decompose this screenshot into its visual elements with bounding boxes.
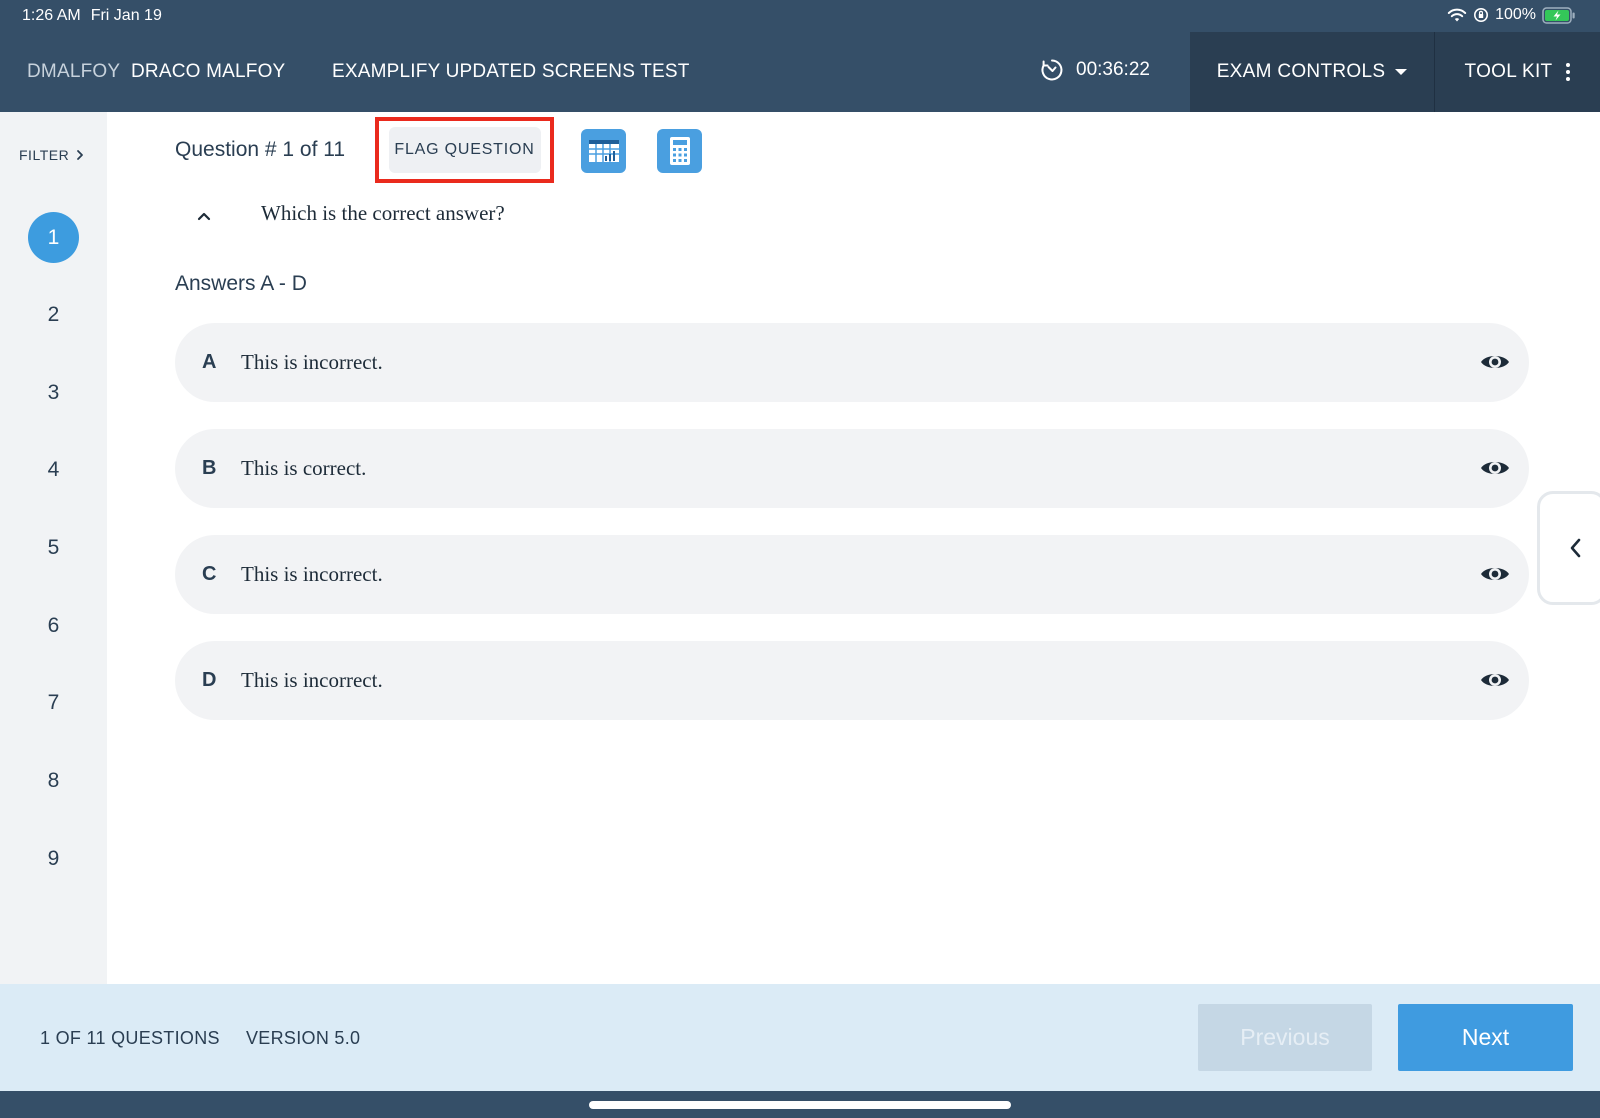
- answer-text: This is incorrect.: [241, 668, 383, 692]
- full-name: DRACO MALFOY: [131, 61, 286, 82]
- calculator-icon: [669, 137, 690, 165]
- status-bar-right: 100%: [1447, 6, 1576, 24]
- timer-value: 00:36:22: [1076, 59, 1150, 80]
- question-nav-9[interactable]: 9: [28, 833, 79, 884]
- eye-icon[interactable]: [1479, 454, 1511, 482]
- caret-down-icon: [1395, 69, 1408, 75]
- previous-button[interactable]: Previous: [1198, 1004, 1372, 1071]
- wifi-icon: [1447, 8, 1467, 22]
- side-panel-toggle[interactable]: [1537, 491, 1600, 605]
- battery-percent: 100%: [1495, 6, 1536, 23]
- question-nav-6[interactable]: 6: [28, 600, 79, 651]
- answer-option-b[interactable]: B This is correct.: [175, 429, 1529, 508]
- exam-title: EXAMPLIFY UPDATED SCREENS TEST: [332, 61, 690, 82]
- chevron-left-icon: [1570, 538, 1581, 558]
- answer-letter: B: [202, 457, 217, 479]
- answer-option-d[interactable]: D This is incorrect.: [175, 641, 1529, 720]
- home-indicator[interactable]: [589, 1101, 1011, 1109]
- question-nav-1[interactable]: 1: [28, 212, 79, 263]
- filter-button[interactable]: FILTER: [19, 147, 85, 163]
- exam-controls-button[interactable]: EXAM CONTROLS: [1190, 32, 1434, 112]
- answer-letter: D: [202, 669, 217, 691]
- kebab-menu-icon: [1566, 63, 1571, 81]
- spreadsheet-icon: [588, 140, 619, 162]
- flag-question-button[interactable]: FLAG QUESTION: [388, 127, 541, 173]
- chevron-right-icon: [77, 150, 84, 160]
- answer-text: This is correct.: [241, 456, 367, 480]
- chevron-up-icon[interactable]: [196, 208, 212, 224]
- answer-option-c[interactable]: C This is incorrect.: [175, 535, 1529, 614]
- answer-letter: A: [202, 351, 217, 373]
- version-label: VERSION 5.0: [246, 1028, 361, 1048]
- question-nav-4[interactable]: 4: [28, 444, 79, 495]
- status-bar-left: 1:26 AM Fri Jan 19: [22, 7, 162, 25]
- toolkit-button[interactable]: TOOL KIT: [1434, 32, 1600, 112]
- answer-text: This is incorrect.: [241, 350, 383, 374]
- question-nav-3[interactable]: 3: [28, 367, 79, 418]
- exam-controls-label: EXAM CONTROLS: [1216, 61, 1386, 82]
- eye-icon[interactable]: [1479, 560, 1511, 588]
- question-nav-5[interactable]: 5: [28, 522, 79, 573]
- timer-icon: [1041, 59, 1063, 81]
- filter-label: FILTER: [19, 147, 70, 163]
- username: DMALFOY: [27, 61, 121, 82]
- answer-text: This is incorrect.: [241, 562, 383, 586]
- toolkit-label: TOOL KIT: [1464, 61, 1553, 82]
- question-nav-7[interactable]: 7: [28, 677, 79, 728]
- status-date: Fri Jan 19: [90, 7, 162, 24]
- home-bar-area: [0, 1091, 1600, 1118]
- exam-timer[interactable]: 00:36:22: [1040, 58, 1150, 82]
- answer-option-a[interactable]: A This is incorrect.: [175, 323, 1529, 402]
- calculator-tool-button[interactable]: [657, 129, 702, 173]
- question-sidebar: FILTER 1 2 3 4 5 6 7 8 9: [0, 112, 107, 984]
- orientation-lock-icon: [1474, 8, 1489, 22]
- status-time: 1:26 AM: [22, 7, 81, 24]
- question-progress: 1 OF 11 QUESTIONS: [40, 1028, 220, 1048]
- spreadsheet-tool-button[interactable]: [581, 129, 626, 173]
- top-header: 1:26 AM Fri Jan 19 100% DMALFOY DRACO MA…: [0, 0, 1600, 112]
- question-text: Which is the correct answer?: [261, 201, 505, 225]
- answer-letter: C: [202, 563, 217, 585]
- exam-screen: 1:26 AM Fri Jan 19 100% DMALFOY DRACO MA…: [0, 0, 1600, 1118]
- question-nav-8[interactable]: 8: [28, 755, 79, 806]
- battery-charging-icon: [1542, 6, 1575, 24]
- eye-icon[interactable]: [1479, 666, 1511, 694]
- question-nav-2[interactable]: 2: [28, 289, 79, 340]
- bottom-footer: 1 OF 11 QUESTIONS VERSION 5.0 Previous N…: [0, 984, 1600, 1091]
- answers-heading: Answers A - D: [175, 272, 307, 295]
- next-button[interactable]: Next: [1398, 1004, 1573, 1071]
- eye-icon[interactable]: [1479, 348, 1511, 376]
- flag-highlight-box: FLAG QUESTION: [375, 117, 554, 183]
- question-number: Question # 1 of 11: [175, 138, 346, 161]
